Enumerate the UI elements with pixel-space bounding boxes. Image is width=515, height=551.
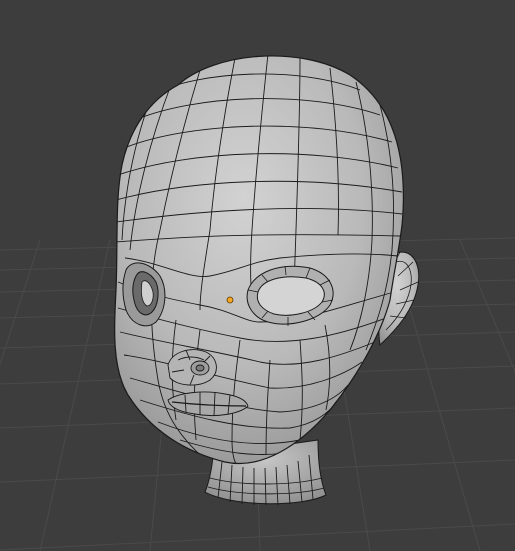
nose-mesh [167,349,217,386]
object-origin-dot [226,296,234,304]
viewport-3d[interactable] [0,0,515,551]
head-mesh[interactable] [114,54,404,464]
viewport-canvas[interactable] [0,0,515,551]
